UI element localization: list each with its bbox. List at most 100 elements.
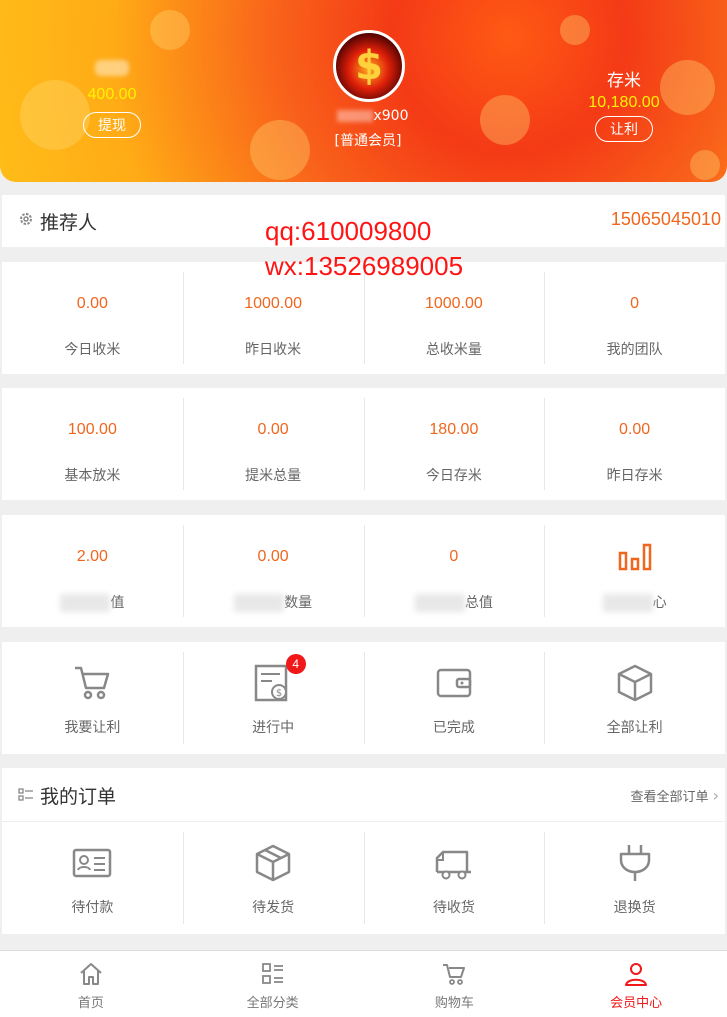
in-progress-badge: 4 (285, 654, 306, 674)
tab-label: 会员中心 (610, 996, 663, 1011)
action-label: 进行中 (252, 720, 295, 736)
stat-label: 心 (544, 592, 725, 612)
username: x900 (328, 108, 418, 124)
list-icon (18, 788, 33, 801)
tab-home[interactable]: 首页 (0, 951, 182, 1017)
order-label: 待付款 (71, 900, 114, 916)
stat-label: 基本放米 (64, 468, 121, 484)
stat-blurred-3[interactable]: 0 总值 (363, 515, 545, 627)
stat-value: 0.00 (619, 421, 651, 438)
stat-label: 今日收米 (64, 342, 121, 358)
stat-today-deposit[interactable]: 180.00 今日存米 (363, 388, 545, 500)
order-pending-shipment[interactable]: 待发货 (182, 822, 364, 934)
order-returns[interactable]: 退换货 (544, 822, 725, 934)
order-status-row: 待付款 待发货 待收货 退换货 (2, 822, 725, 934)
stat-value: 0.00 (76, 295, 108, 312)
my-orders-header: 我的订单 查看全部订单 › (2, 768, 725, 822)
bar-chart-icon (618, 543, 651, 571)
gear-icon (20, 213, 32, 225)
watermark-qq: qq:610009800 (265, 216, 432, 246)
member-level: [普通会员] (334, 133, 402, 149)
stat-label: 总值 (364, 592, 545, 612)
dollar-glyph: $ (355, 43, 383, 89)
tab-cart[interactable]: 购物车 (364, 951, 546, 1017)
stats-row-2: 100.00 基本放米 0.00 提米总量 180.00 今日存米 0.00 昨日存米 (2, 388, 725, 500)
stat-label: 今日存米 (425, 468, 482, 484)
deposit-value: 10,180.00 (588, 94, 660, 111)
order-label: 待收货 (432, 900, 475, 916)
order-pending-payment[interactable]: 待付款 (2, 822, 183, 934)
stat-my-team[interactable]: 0 我的团队 (544, 262, 725, 374)
username-suffix: x900 (373, 108, 409, 124)
stat-label: 昨日收米 (245, 342, 302, 358)
tab-categories[interactable]: 全部分类 (182, 951, 364, 1017)
stat-blurred-2[interactable]: 0.00 数量 (182, 515, 364, 627)
concession-actions: 我要让利 $ 4 进行中 已完成 全部让利 (2, 642, 725, 754)
stats-row-3: 2.00 值 0.00 数量 0 总值 心 (2, 515, 725, 627)
action-label: 全部让利 (606, 720, 663, 736)
id-card-icon (73, 848, 112, 878)
stat-yesterday-deposit[interactable]: 0.00 昨日存米 (544, 388, 725, 500)
truck-icon (435, 850, 471, 880)
deposit-column: 存米 10,180.00 让利 (582, 66, 666, 142)
balance-value: 400.00 (87, 86, 137, 103)
wallet-icon (436, 668, 472, 698)
order-pending-receipt[interactable]: 待收货 (363, 822, 545, 934)
stat-label: 总收米量 (425, 342, 482, 358)
stat-label: 值 (2, 592, 183, 612)
stat-value: 100.00 (67, 421, 117, 438)
stat-basic-release[interactable]: 100.00 基本放米 (2, 388, 183, 500)
watermark-wx: wx:13526989005 (265, 251, 464, 281)
referrer-phone: 15065045010 (610, 209, 721, 229)
stat-label: 数量 (183, 592, 364, 612)
action-make-concession[interactable]: 我要让利 (2, 642, 183, 754)
stat-value: 0.00 (257, 548, 289, 565)
stat-label: 提米总量 (245, 468, 302, 484)
view-all-label: 查看全部订单 (630, 790, 709, 805)
view-all-orders-link[interactable]: 查看全部订单 › (630, 786, 719, 805)
stat-value: 1000.00 (424, 295, 483, 312)
withdraw-button[interactable]: 提现 (83, 112, 141, 138)
box-icon (617, 664, 652, 702)
tab-label: 首页 (77, 996, 104, 1011)
tab-label: 购物车 (434, 996, 474, 1011)
category-icon (261, 963, 283, 984)
profile-header: 400.00 提现 $ x900 [普通会员] 存米 10,180.00 让利 (0, 0, 727, 182)
stat-withdraw-total[interactable]: 0.00 提米总量 (182, 388, 364, 500)
action-label: 已完成 (432, 720, 475, 736)
balance-column: 400.00 提现 (70, 60, 154, 138)
order-label: 退换货 (613, 900, 656, 916)
svg-text:$: $ (276, 688, 282, 699)
bottom-tab-bar: 首页 全部分类 购物车 会员中心 (0, 950, 727, 1017)
home-icon (80, 963, 102, 985)
stat-chart-center[interactable]: 心 (544, 515, 725, 627)
concession-button[interactable]: 让利 (595, 116, 653, 142)
action-in-progress[interactable]: $ 4 进行中 (182, 642, 364, 754)
stat-value: 1000.00 (244, 295, 303, 312)
stat-label: 我的团队 (606, 342, 663, 358)
action-completed[interactable]: 已完成 (363, 642, 545, 754)
chevron-right-icon: › (712, 786, 719, 805)
stat-value: 180.00 (429, 421, 479, 438)
stat-value: 0 (449, 548, 459, 565)
action-label: 我要让利 (64, 720, 121, 736)
cart-icon (75, 666, 110, 700)
stat-label: 昨日存米 (606, 468, 663, 484)
stat-blurred-1[interactable]: 2.00 值 (2, 515, 183, 627)
stat-today-receive[interactable]: 0.00 今日收米 (2, 262, 183, 374)
action-all-concessions[interactable]: 全部让利 (544, 642, 725, 754)
plug-icon (619, 845, 650, 881)
order-label: 待发货 (252, 900, 295, 916)
tab-member-center[interactable]: 会员中心 (545, 951, 727, 1017)
stat-value: 2.00 (76, 548, 108, 565)
my-orders-title: 我的订单 (40, 786, 117, 808)
stat-value: 0.00 (257, 421, 289, 438)
blurred-label (95, 60, 129, 76)
deposit-label: 存米 (607, 71, 641, 91)
package-icon (255, 844, 291, 882)
cart-icon (443, 964, 466, 985)
tab-label: 全部分类 (246, 996, 299, 1011)
blurred-name (337, 110, 374, 122)
avatar[interactable]: $ (333, 30, 405, 102)
referrer-label: 推荐人 (40, 212, 98, 234)
